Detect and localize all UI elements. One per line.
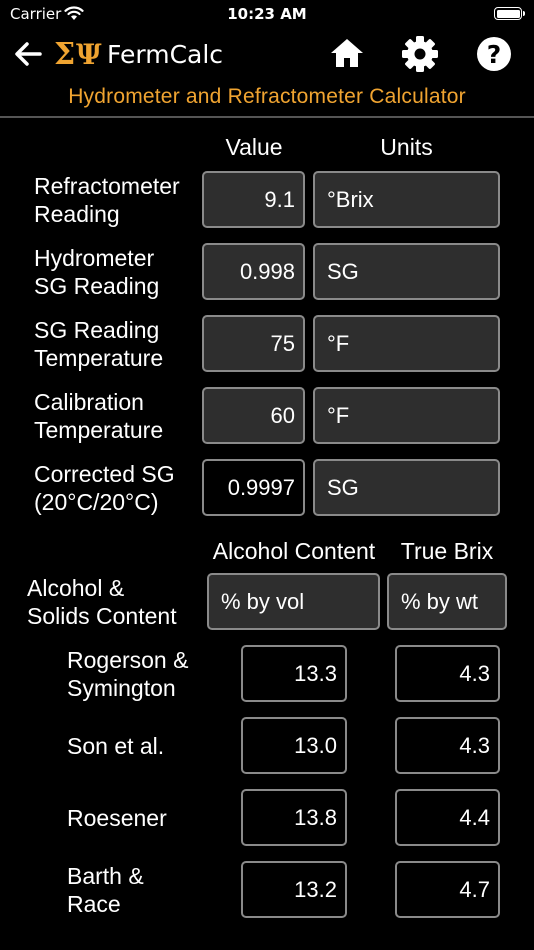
hydrometer-value-field[interactable]: 0.998: [202, 243, 305, 300]
barth-alcohol-value: 13.2: [241, 861, 347, 918]
home-icon[interactable]: [329, 37, 365, 73]
rogerson-alcohol-value: 13.3: [241, 645, 347, 702]
app-title: FermCalc: [107, 40, 224, 69]
brix-units-select[interactable]: % by wt: [387, 573, 507, 630]
calibration-temperature-units-select[interactable]: °F: [313, 387, 500, 444]
true-brix-header: True Brix: [400, 538, 494, 564]
fermcalc-logo-icon: Σ Ψ: [54, 37, 102, 75]
svg-text:?: ?: [487, 40, 502, 69]
corrected-sg-units-select[interactable]: SG: [313, 459, 500, 516]
clock: 10:23 AM: [227, 5, 307, 23]
alcohol-solids-label: Alcohol & Solids Content: [27, 575, 177, 629]
refractometer-value-field[interactable]: 9.1: [202, 171, 305, 228]
calibration-temperature-value-field[interactable]: 60: [202, 387, 305, 444]
corrected-sg-value: 0.9997: [202, 459, 305, 516]
rogerson-symington-label: Rogerson & Symington: [67, 647, 189, 701]
calibration-temperature-label: Calibration Temperature: [34, 389, 164, 443]
sg-temperature-units-select[interactable]: °F: [313, 315, 500, 372]
nav-bar: Σ Ψ FermCalc ?: [0, 28, 534, 82]
roesener-brix-value: 4.4: [395, 789, 500, 846]
refractometer-units-select[interactable]: °Brix: [313, 171, 500, 228]
barth-race-label: Barth & Race: [67, 863, 144, 917]
corrected-sg-label: Corrected SG (20°C/20°C): [34, 461, 175, 515]
roesener-alcohol-value: 13.8: [241, 789, 347, 846]
alcohol-content-header: Alcohol Content: [212, 538, 376, 564]
sg-temperature-label: SG Reading Temperature: [34, 317, 164, 371]
son-et-al-label: Son et al.: [67, 733, 165, 759]
page-banner: Hydrometer and Refractometer Calculator: [0, 82, 534, 118]
back-arrow-icon[interactable]: [12, 38, 44, 74]
barth-brix-value: 4.7: [395, 861, 500, 918]
help-icon[interactable]: ?: [475, 35, 513, 77]
refractometer-reading-label: Refractometer Reading: [34, 173, 180, 227]
svg-text:Σ: Σ: [54, 37, 75, 71]
sg-temperature-value-field[interactable]: 75: [202, 315, 305, 372]
son-alcohol-value: 13.0: [241, 717, 347, 774]
battery-icon: [494, 7, 525, 20]
gear-icon[interactable]: [401, 35, 439, 77]
hydrometer-units-select[interactable]: SG: [313, 243, 500, 300]
son-brix-value: 4.3: [395, 717, 500, 774]
rogerson-brix-value: 4.3: [395, 645, 500, 702]
page-title: Hydrometer and Refractometer Calculator: [68, 85, 466, 108]
status-bar: Carrier 10:23 AM: [0, 0, 534, 28]
units-column-header: Units: [380, 134, 433, 160]
roesener-label: Roesener: [67, 805, 167, 831]
alcohol-units-select[interactable]: % by vol: [207, 573, 380, 630]
hydrometer-sg-label: Hydrometer SG Reading: [34, 245, 160, 299]
value-column-header: Value: [225, 134, 283, 160]
svg-text:Ψ: Ψ: [76, 38, 102, 71]
